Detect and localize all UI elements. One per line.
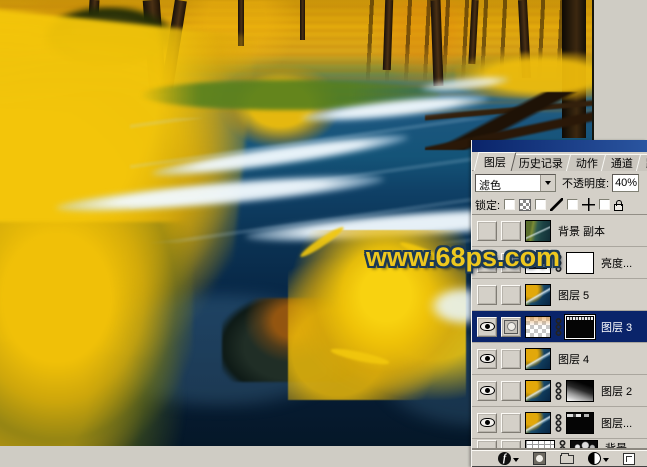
tab-layers[interactable]: 图层 xyxy=(474,152,517,171)
layer-thumbnail[interactable] xyxy=(525,220,551,242)
folder-icon xyxy=(560,455,574,464)
paintbrush-icon xyxy=(550,198,563,211)
chain-link-icon xyxy=(559,440,566,450)
chevron-down-icon xyxy=(603,458,609,465)
layers-panel: 图层 历史记录 动作 通道 路径 滤色 不透明度: 40% 锁定: xyxy=(471,140,647,467)
layer-name[interactable]: 背景 xyxy=(605,440,627,450)
chain-link-icon xyxy=(555,382,562,400)
visibility-toggle[interactable] xyxy=(477,221,497,241)
layer-row-3-selected[interactable]: 图层 3 xyxy=(472,311,647,343)
visibility-toggle[interactable] xyxy=(477,381,497,401)
layer-style-icon: f xyxy=(498,452,511,465)
layer-name[interactable]: 图层 5 xyxy=(558,287,589,303)
chevron-down-icon xyxy=(513,458,519,465)
layer-name[interactable]: 亮度... xyxy=(601,255,632,271)
layer-row-5[interactable]: 图层 5 xyxy=(472,279,647,311)
adjustment-circle-icon xyxy=(588,452,601,465)
layer-thumbnail[interactable] xyxy=(525,348,551,370)
tree-trunk xyxy=(300,0,305,40)
padlock-icon xyxy=(614,204,623,211)
blend-mode-select[interactable]: 滤色 xyxy=(475,174,556,192)
lock-all-checkbox[interactable] xyxy=(599,199,610,210)
blend-mode-dropdown-button[interactable] xyxy=(540,175,555,191)
layer-row-4[interactable]: 图层 4 xyxy=(472,343,647,375)
visibility-toggle[interactable] xyxy=(477,440,497,450)
blend-mode-value: 滤色 xyxy=(476,175,540,191)
visibility-toggle[interactable] xyxy=(477,349,497,369)
lock-position-checkbox[interactable] xyxy=(567,199,578,210)
tab-label: 历史记录 xyxy=(519,155,563,171)
blend-opacity-row: 滤色 不透明度: 40% xyxy=(472,171,647,195)
layer-mask-thumbnail[interactable] xyxy=(570,440,598,450)
lock-transparency-checkbox[interactable] xyxy=(504,199,515,210)
layer-name[interactable]: 图层 4 xyxy=(558,351,589,367)
layer-style-button[interactable]: f xyxy=(498,452,519,465)
new-layer-button[interactable] xyxy=(623,453,635,465)
add-mask-icon xyxy=(533,452,546,465)
layer-name[interactable]: 图层 3 xyxy=(601,319,632,335)
mask-editing-icon xyxy=(504,320,518,334)
link-toggle[interactable] xyxy=(501,221,521,241)
tab-label: 通道 xyxy=(611,155,633,171)
transparency-checker-icon xyxy=(519,199,531,211)
yellow-grass-clump xyxy=(0,222,193,446)
layer-thumbnail[interactable] xyxy=(525,284,551,306)
eye-icon xyxy=(480,418,495,427)
layer-thumbnail[interactable] xyxy=(525,380,551,402)
layer-name[interactable]: 图层 2 xyxy=(601,383,632,399)
opacity-label: 不透明度: xyxy=(562,175,609,191)
visibility-toggle[interactable] xyxy=(477,413,497,433)
tab-history[interactable]: 历史记录 xyxy=(509,154,573,171)
new-layer-set-button[interactable] xyxy=(560,453,574,464)
chain-link-icon xyxy=(555,318,562,336)
chevron-down-icon xyxy=(545,181,551,188)
move-cross-icon xyxy=(582,198,595,211)
panel-toolbar: f xyxy=(472,450,647,467)
link-toggle[interactable] xyxy=(501,317,521,337)
chain-link-icon xyxy=(555,414,562,432)
layer-thumbnail[interactable] xyxy=(525,440,555,450)
layer-name[interactable]: 图层... xyxy=(601,415,632,431)
link-toggle[interactable] xyxy=(501,349,521,369)
link-toggle[interactable] xyxy=(501,440,521,450)
visibility-toggle[interactable] xyxy=(477,317,497,337)
panel-tabs: 图层 历史记录 动作 通道 路径 xyxy=(472,152,647,171)
layer-thumbnail[interactable] xyxy=(525,412,551,434)
layer-thumbnail[interactable] xyxy=(525,316,551,338)
tab-label: 图层 xyxy=(484,154,506,170)
add-layer-mask-button[interactable] xyxy=(533,452,546,465)
layer-mask-thumbnail[interactable] xyxy=(566,412,594,434)
panel-titlebar[interactable] xyxy=(472,140,647,152)
watermark-text: www.68ps.com xyxy=(366,242,560,273)
visibility-toggle[interactable] xyxy=(477,285,497,305)
eye-icon xyxy=(480,354,495,363)
eye-icon xyxy=(480,386,495,395)
layer-mask-thumbnail[interactable] xyxy=(566,252,594,274)
lock-image-checkbox[interactable] xyxy=(535,199,546,210)
layer-row-clipped[interactable]: 背景 xyxy=(472,439,647,450)
lock-row: 锁定: xyxy=(472,195,647,215)
layer-mask-thumbnail[interactable] xyxy=(566,316,594,338)
layer-mask-thumbnail[interactable] xyxy=(566,380,594,402)
eye-icon xyxy=(480,322,495,331)
new-adjustment-layer-button[interactable] xyxy=(588,452,609,465)
tab-label: 动作 xyxy=(576,155,598,171)
link-toggle[interactable] xyxy=(501,381,521,401)
link-toggle[interactable] xyxy=(501,413,521,433)
layer-row-1[interactable]: 图层... xyxy=(472,407,647,439)
layer-name[interactable]: 背景 副本 xyxy=(558,223,605,239)
new-layer-icon xyxy=(623,453,635,465)
link-toggle[interactable] xyxy=(501,285,521,305)
opacity-value[interactable]: 40% xyxy=(612,174,639,192)
layer-row-2[interactable]: 图层 2 xyxy=(472,375,647,407)
lock-label: 锁定: xyxy=(475,197,500,213)
photoshop-workspace: www.68ps.com 图层 历史记录 动作 通道 路径 滤色 不透明度: 4… xyxy=(0,0,647,467)
